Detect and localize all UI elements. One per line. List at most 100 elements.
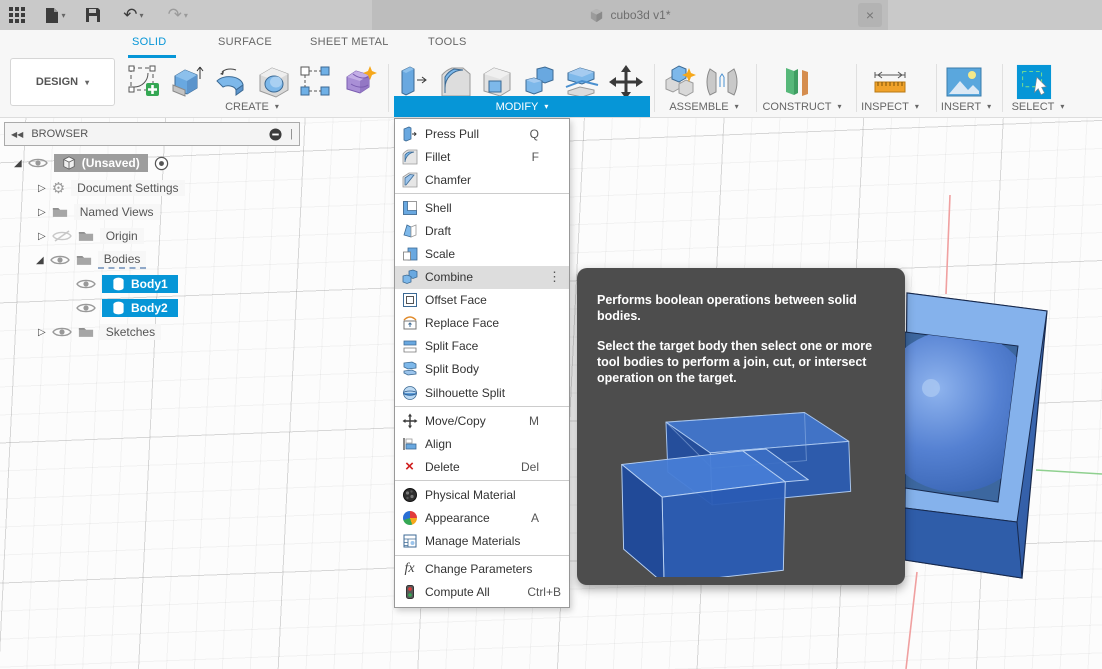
root-document-chip[interactable]: (Unsaved) bbox=[53, 154, 148, 172]
expand-root-icon[interactable]: ◢ bbox=[14, 158, 22, 169]
menu-item-delete[interactable]: × Delete Del bbox=[395, 455, 569, 478]
activate-radio-icon[interactable] bbox=[154, 156, 169, 171]
redo-icon: ↷ bbox=[167, 5, 182, 24]
tab-sheet-metal[interactable]: SHEET METAL bbox=[310, 36, 389, 48]
group-separator bbox=[388, 64, 389, 112]
menu-item-combine[interactable]: Combine ⋮ bbox=[395, 265, 569, 289]
folder-icon bbox=[78, 232, 93, 241]
menu-item-fillet[interactable]: Fillet F bbox=[395, 145, 569, 168]
save-button[interactable] bbox=[77, 0, 109, 30]
rectangular-pattern-icon bbox=[300, 66, 330, 96]
expand-icon[interactable]: ▷ bbox=[38, 183, 46, 194]
menu-item-replace-face[interactable]: Replace Face bbox=[395, 312, 569, 335]
combine-tooltip: Performs boolean operations between soli… bbox=[577, 268, 905, 585]
menu-item-offset-face[interactable]: Offset Face bbox=[395, 289, 569, 312]
tree-row-body2[interactable]: Body2 bbox=[76, 297, 178, 319]
workspace-caret-icon: ▾ bbox=[85, 77, 90, 87]
visibility-eye-icon[interactable] bbox=[49, 254, 70, 266]
tree-label: Named Views bbox=[73, 204, 160, 220]
delete-x-icon: × bbox=[405, 458, 414, 476]
tree-row-origin[interactable]: ▷ Origin bbox=[38, 225, 144, 247]
revolve-icon bbox=[216, 68, 244, 96]
menu-separator bbox=[395, 554, 569, 556]
workspace-label: DESIGN bbox=[35, 76, 79, 88]
menu-item-chamfer[interactable]: Chamfer bbox=[395, 168, 569, 191]
collapse-panel-icon[interactable]: ◀◀ bbox=[11, 130, 23, 139]
fillet-icon bbox=[401, 148, 418, 165]
document-tab[interactable]: cubo3d v1* × bbox=[372, 0, 888, 30]
expand-icon[interactable]: ▷ bbox=[38, 231, 46, 242]
tree-row-bodies[interactable]: ◢ Bodies bbox=[36, 249, 147, 271]
menu-item-manage-materials[interactable]: Manage Materials bbox=[395, 530, 569, 553]
model-body[interactable] bbox=[905, 270, 1055, 601]
undo-button[interactable]: ↶ ▾ bbox=[113, 0, 153, 30]
menu-item-appearance[interactable]: Appearance A bbox=[395, 507, 569, 530]
app-launcher-icon[interactable] bbox=[0, 0, 34, 30]
insert-group-label[interactable]: INSERT ▾ bbox=[932, 96, 1000, 117]
assemble-group-label[interactable]: ASSEMBLE ▾ bbox=[658, 96, 750, 117]
inspect-group-label[interactable]: INSPECT ▾ bbox=[850, 96, 930, 117]
application-bar: ▾ ↶ ▾ ↷ ▾ cubo3d v1* × bbox=[0, 0, 1102, 30]
menu-item-physical-material[interactable]: Physical Material bbox=[395, 483, 569, 506]
tree-row-root[interactable]: ◢ (Unsaved) bbox=[14, 152, 169, 174]
group-separator bbox=[654, 64, 655, 112]
expand-bodies-icon[interactable]: ◢ bbox=[36, 255, 44, 266]
menu-item-draft[interactable]: Draft bbox=[395, 219, 569, 242]
browser-title: BROWSER bbox=[31, 128, 89, 140]
tree-row-document-settings[interactable]: ▷ ⚙ Document Settings bbox=[38, 177, 185, 199]
create-group-label[interactable]: CREATE ▾ bbox=[126, 96, 378, 117]
body2-chip[interactable]: Body2 bbox=[102, 299, 178, 317]
document-cube-icon bbox=[591, 8, 603, 22]
menu-item-move-copy[interactable]: Move/Copy M bbox=[395, 409, 569, 432]
tree-row-body1[interactable]: Body1 bbox=[76, 273, 178, 295]
replace-face-icon bbox=[401, 315, 418, 332]
menu-item-split-face[interactable]: Split Face bbox=[395, 335, 569, 358]
expand-icon[interactable]: ▷ bbox=[38, 207, 46, 218]
combine-icon bbox=[401, 269, 418, 286]
menu-item-scale[interactable]: Scale bbox=[395, 242, 569, 265]
shell-icon bbox=[401, 199, 418, 216]
expand-icon[interactable]: ▷ bbox=[38, 327, 46, 338]
tree-row-sketches[interactable]: ▷ Sketches bbox=[38, 321, 162, 343]
move-copy-icon bbox=[401, 412, 418, 429]
tree-label: Origin bbox=[99, 228, 144, 244]
shell-tool-icon bbox=[483, 67, 511, 97]
create-label-text: CREATE bbox=[225, 100, 269, 113]
select-group-label[interactable]: SELECT ▾ bbox=[1002, 96, 1074, 117]
tab-surface[interactable]: SURFACE bbox=[218, 36, 272, 48]
menu-item-silhouette-split[interactable]: Silhouette Split bbox=[395, 381, 569, 404]
construct-group-label[interactable]: CONSTRUCT ▾ bbox=[754, 96, 850, 117]
panel-resize-handle[interactable]: | bbox=[290, 128, 293, 140]
menu-item-change-parameters[interactable]: fx Change Parameters bbox=[395, 558, 569, 581]
tab-tools[interactable]: TOOLS bbox=[428, 36, 467, 48]
visibility-eye-icon[interactable] bbox=[76, 302, 96, 314]
visibility-eye-icon[interactable] bbox=[76, 278, 96, 290]
visibility-eye-icon[interactable] bbox=[27, 157, 48, 169]
menu-item-press-pull[interactable]: Press Pull Q bbox=[395, 122, 569, 145]
tooltip-line2: Select the target body then select one o… bbox=[597, 338, 873, 386]
hide-all-icon[interactable] bbox=[269, 127, 282, 141]
menu-item-shell[interactable]: Shell bbox=[395, 196, 569, 219]
silhouette-split-icon bbox=[401, 384, 418, 401]
tree-row-named-views[interactable]: ▷ Named Views bbox=[38, 201, 160, 223]
visibility-eye-icon[interactable] bbox=[51, 326, 72, 338]
menu-item-align[interactable]: Align bbox=[395, 432, 569, 455]
menu-label: Appearance bbox=[425, 511, 490, 526]
create-caret-icon: ▾ bbox=[274, 102, 279, 111]
tab-solid[interactable]: SOLID bbox=[132, 36, 167, 48]
redo-button[interactable]: ↷ ▾ bbox=[158, 0, 198, 30]
visibility-off-eye-icon[interactable] bbox=[51, 230, 72, 242]
menu-more-icon[interactable]: ⋮ bbox=[548, 269, 561, 285]
combine-illustration bbox=[621, 412, 852, 578]
modify-group-label[interactable]: MODIFY ▾ bbox=[394, 96, 650, 117]
body1-chip[interactable]: Body1 bbox=[102, 275, 178, 293]
file-menu-button[interactable]: ▾ bbox=[38, 0, 72, 30]
inspect-label-text: INSPECT bbox=[861, 100, 909, 113]
menu-label: Align bbox=[425, 436, 452, 451]
menu-item-split-body[interactable]: Split Body bbox=[395, 358, 569, 381]
menu-label: Chamfer bbox=[425, 172, 472, 187]
menu-item-compute-all[interactable]: Compute All Ctrl+B bbox=[395, 581, 569, 604]
browser-header[interactable]: ◀◀ BROWSER | bbox=[4, 122, 300, 146]
tab-close-button[interactable]: × bbox=[858, 3, 882, 27]
workspace-selector[interactable]: DESIGN ▾ bbox=[10, 58, 115, 106]
